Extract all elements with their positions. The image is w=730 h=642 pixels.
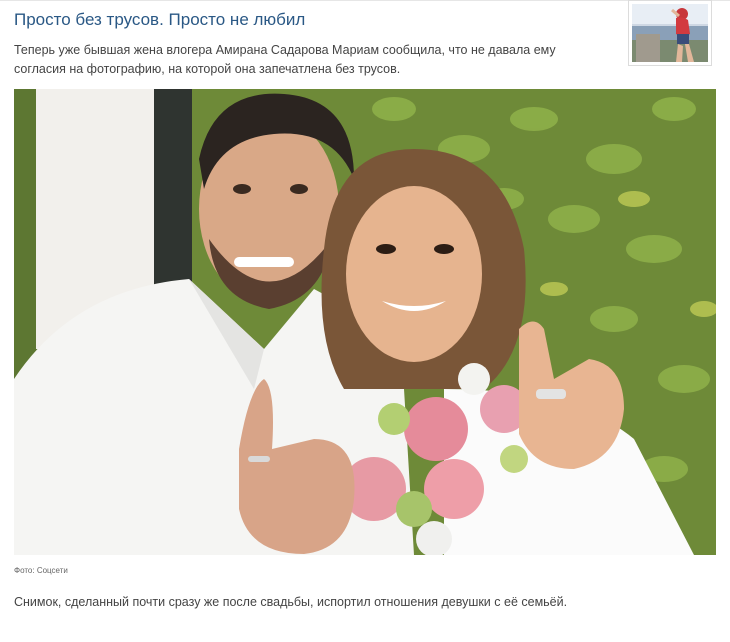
photo-credit: Фото: Соцсети xyxy=(14,566,68,575)
thumbnail-image xyxy=(632,4,708,62)
article-headline-link[interactable]: Просто без трусов. Просто не любил xyxy=(14,9,604,31)
thumbnail-link[interactable] xyxy=(628,0,712,66)
photo-caption: Снимок, сделанный почти сразу же после с… xyxy=(14,595,568,609)
wedding-photo-illustration xyxy=(14,89,716,555)
article-lead: Теперь уже бывшая жена влогера Амирана С… xyxy=(14,43,556,76)
article-photo xyxy=(14,89,716,555)
top-divider xyxy=(0,0,730,1)
